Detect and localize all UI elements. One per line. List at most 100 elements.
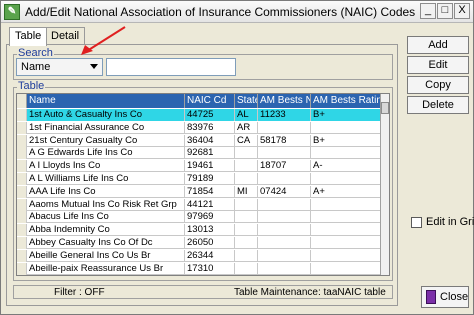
table-row[interactable]: 1st Auto & Casualty Ins Co 44725 AL 11233 B+	[17, 109, 381, 121]
cell-name[interactable]: A I Lloyds Ins Co	[27, 160, 185, 173]
column-header-am-bests-rating[interactable]: AM Bests Rating	[311, 94, 381, 108]
cell-am-bests-rating[interactable]: B+	[311, 134, 381, 147]
cell-am-bests-nbr[interactable]	[258, 262, 311, 275]
maximize-button[interactable]: □	[437, 3, 453, 19]
cell-am-bests-rating[interactable]	[311, 198, 381, 211]
cell-name[interactable]: 1st Auto & Casualty Ins Co	[27, 109, 185, 121]
cell-am-bests-nbr[interactable]	[258, 224, 311, 237]
cell-naic-cd[interactable]: 92681	[185, 147, 235, 160]
row-indicator[interactable]	[17, 237, 27, 249]
cell-name[interactable]: Aaoms Mutual Ins Co Risk Ret Grp	[27, 198, 185, 211]
delete-button[interactable]: Delete	[407, 96, 469, 114]
row-indicator[interactable]	[17, 173, 27, 185]
cell-name[interactable]: Abacus Life Ins Co	[27, 211, 185, 224]
row-indicator[interactable]	[17, 147, 27, 160]
cell-am-bests-rating[interactable]	[311, 121, 381, 134]
row-indicator[interactable]	[17, 224, 27, 237]
vertical-scrollbar[interactable]	[380, 94, 389, 275]
naic-table[interactable]: Name NAIC Cd State AM Bests Nbr AM Bests…	[16, 93, 390, 276]
row-indicator[interactable]	[17, 160, 27, 173]
close-button[interactable]: Close	[421, 286, 469, 308]
cell-state[interactable]	[235, 173, 258, 185]
cell-am-bests-nbr[interactable]	[258, 237, 311, 249]
cell-naic-cd[interactable]: 79189	[185, 173, 235, 185]
cell-naic-cd[interactable]: 83976	[185, 121, 235, 134]
cell-am-bests-rating[interactable]	[311, 147, 381, 160]
column-header-am-bests-nbr[interactable]: AM Bests Nbr	[258, 94, 311, 108]
row-indicator[interactable]	[17, 249, 27, 262]
cell-state[interactable]	[235, 237, 258, 249]
row-indicator[interactable]	[17, 109, 27, 121]
cell-name[interactable]: 1st Financial Assurance Co	[27, 121, 185, 134]
row-indicator[interactable]	[17, 198, 27, 211]
table-row[interactable]: A G Edwards Life Ins Co 92681	[17, 147, 381, 160]
cell-naic-cd[interactable]: 26050	[185, 237, 235, 249]
copy-button[interactable]: Copy	[407, 76, 469, 94]
cell-am-bests-rating[interactable]	[311, 224, 381, 237]
search-input[interactable]	[106, 58, 236, 76]
cell-state[interactable]: AL	[235, 109, 258, 121]
cell-state[interactable]	[235, 211, 258, 224]
cell-am-bests-rating[interactable]	[311, 173, 381, 185]
checkbox-box[interactable]	[411, 216, 422, 228]
cell-am-bests-rating[interactable]: B+	[311, 109, 381, 121]
cell-name[interactable]: A L Williams Life Ins Co	[27, 173, 185, 185]
cell-am-bests-nbr[interactable]	[258, 147, 311, 160]
cell-am-bests-rating[interactable]	[311, 237, 381, 249]
tab-table[interactable]: Table	[9, 27, 48, 46]
cell-state[interactable]	[235, 249, 258, 262]
cell-am-bests-nbr[interactable]	[258, 173, 311, 185]
table-row[interactable]: A L Williams Life Ins Co 79189	[17, 173, 381, 185]
cell-am-bests-nbr[interactable]	[258, 249, 311, 262]
cell-am-bests-nbr[interactable]	[258, 198, 311, 211]
cell-naic-cd[interactable]: 36404	[185, 134, 235, 147]
row-indicator[interactable]	[17, 121, 27, 134]
minimize-button[interactable]: _	[420, 3, 436, 19]
cell-am-bests-nbr[interactable]: 07424	[258, 185, 311, 198]
cell-am-bests-rating[interactable]	[311, 262, 381, 275]
cell-state[interactable]	[235, 147, 258, 160]
cell-naic-cd[interactable]: 26344	[185, 249, 235, 262]
cell-naic-cd[interactable]: 13013	[185, 224, 235, 237]
row-indicator[interactable]	[17, 262, 27, 275]
cell-naic-cd[interactable]: 71854	[185, 185, 235, 198]
cell-naic-cd[interactable]: 17310	[185, 262, 235, 275]
row-indicator[interactable]	[17, 185, 27, 198]
cell-state[interactable]	[235, 224, 258, 237]
cell-am-bests-nbr[interactable]: 11233	[258, 109, 311, 121]
cell-state[interactable]: CA	[235, 134, 258, 147]
cell-naic-cd[interactable]: 44121	[185, 198, 235, 211]
table-row[interactable]: 21st Century Casualty Co 36404 CA 58178 B+	[17, 134, 381, 147]
cell-am-bests-nbr[interactable]	[258, 211, 311, 224]
table-row[interactable]: AAA Life Ins Co 71854 MI 07424 A+	[17, 185, 381, 198]
cell-state[interactable]: AR	[235, 121, 258, 134]
cell-naic-cd[interactable]: 44725	[185, 109, 235, 121]
cell-naic-cd[interactable]: 19461	[185, 160, 235, 173]
scrollbar-thumb[interactable]	[381, 102, 389, 114]
cell-name[interactable]: 21st Century Casualty Co	[27, 134, 185, 147]
cell-naic-cd[interactable]: 97969	[185, 211, 235, 224]
table-row[interactable]: Abba Indemnity Co 13013	[17, 224, 381, 237]
cell-am-bests-rating[interactable]: A-	[311, 160, 381, 173]
table-row[interactable]: Abacus Life Ins Co 97969	[17, 211, 381, 224]
table-row[interactable]: A I Lloyds Ins Co 19461 18707 A-	[17, 160, 381, 173]
edit-button[interactable]: Edit	[407, 56, 469, 74]
cell-name[interactable]: A G Edwards Life Ins Co	[27, 147, 185, 160]
edit-in-grid-checkbox[interactable]: Edit in Grid	[411, 216, 474, 228]
cell-am-bests-rating[interactable]: A+	[311, 185, 381, 198]
table-row[interactable]: Abeille-paix Reassurance Us Br 17310	[17, 262, 381, 275]
cell-am-bests-rating[interactable]	[311, 211, 381, 224]
table-row[interactable]: 1st Financial Assurance Co 83976 AR	[17, 121, 381, 134]
cell-am-bests-rating[interactable]	[311, 249, 381, 262]
search-field-dropdown[interactable]: Name	[16, 58, 103, 76]
table-row[interactable]: Aaoms Mutual Ins Co Risk Ret Grp 44121	[17, 198, 381, 211]
table-row[interactable]: Abbey Casualty Ins Co Of Dc 26050	[17, 237, 381, 249]
cell-am-bests-nbr[interactable]: 58178	[258, 134, 311, 147]
cell-name[interactable]: Abba Indemnity Co	[27, 224, 185, 237]
cell-am-bests-nbr[interactable]	[258, 121, 311, 134]
cell-name[interactable]: Abbey Casualty Ins Co Of Dc	[27, 237, 185, 249]
table-row[interactable]: Abeille General Ins Co Us Br 26344	[17, 249, 381, 262]
row-indicator[interactable]	[17, 211, 27, 224]
column-header-naic-cd[interactable]: NAIC Cd	[185, 94, 235, 108]
cell-am-bests-nbr[interactable]: 18707	[258, 160, 311, 173]
